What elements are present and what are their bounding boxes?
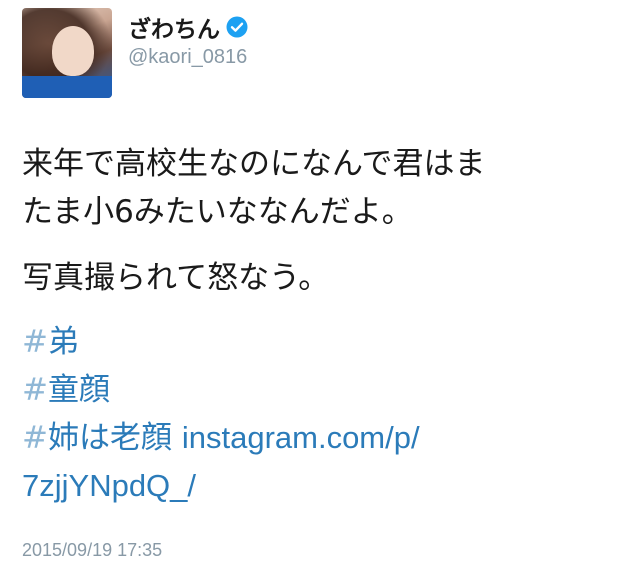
- hashtag-link[interactable]: #弟: [22, 318, 622, 366]
- instagram-link[interactable]: instagram.com/p/: [182, 420, 420, 455]
- avatar[interactable]: [22, 8, 112, 98]
- display-name-row: ざわちん: [128, 10, 248, 44]
- hashtag-text: 弟: [47, 324, 79, 360]
- tweet-header: ざわちん @kaori_0816: [22, 8, 248, 98]
- verified-badge-icon: [226, 16, 248, 38]
- tweet-text-line: 来年で高校生なのになんで君はま: [22, 146, 486, 182]
- hashtag-list: #弟 #童顔 #姉は老顔 instagram.com/p/ 7zjjYNpdQ_…: [22, 318, 622, 510]
- hashtag-text: 童顔: [47, 372, 110, 408]
- hashtag-text: 姉は老顔: [47, 420, 172, 456]
- hashtag-and-link-line: #姉は老顔 instagram.com/p/: [22, 414, 622, 462]
- tweet-text: 来年で高校生なのになんで君はま たま小6みたいななんだよ。: [22, 140, 622, 236]
- tweet-text-paragraph: 写真撮られて怒なう。: [22, 260, 330, 296]
- display-name[interactable]: ざわちん: [128, 10, 220, 44]
- user-names: ざわちん @kaori_0816: [128, 10, 248, 69]
- avatar-face: [52, 26, 94, 76]
- hash-symbol: #: [22, 420, 48, 456]
- user-handle[interactable]: @kaori_0816: [128, 46, 248, 69]
- tweet-text-line: たま小6みたいななんだよ。: [22, 194, 413, 230]
- tweet-timestamp[interactable]: 2015/09/19 17:35: [22, 540, 162, 561]
- hashtag-link[interactable]: #童顔: [22, 366, 622, 414]
- hash-symbol: #: [22, 324, 48, 360]
- tweet-card: ざわちん @kaori_0816 来年で高校生なのになんで君はま たま小6みたい…: [0, 0, 640, 575]
- avatar-shirt: [22, 76, 112, 98]
- instagram-link-continued[interactable]: 7zjjYNpdQ_/: [22, 462, 622, 510]
- hashtag-link[interactable]: #姉は老顔: [22, 420, 172, 456]
- hash-symbol: #: [22, 372, 48, 408]
